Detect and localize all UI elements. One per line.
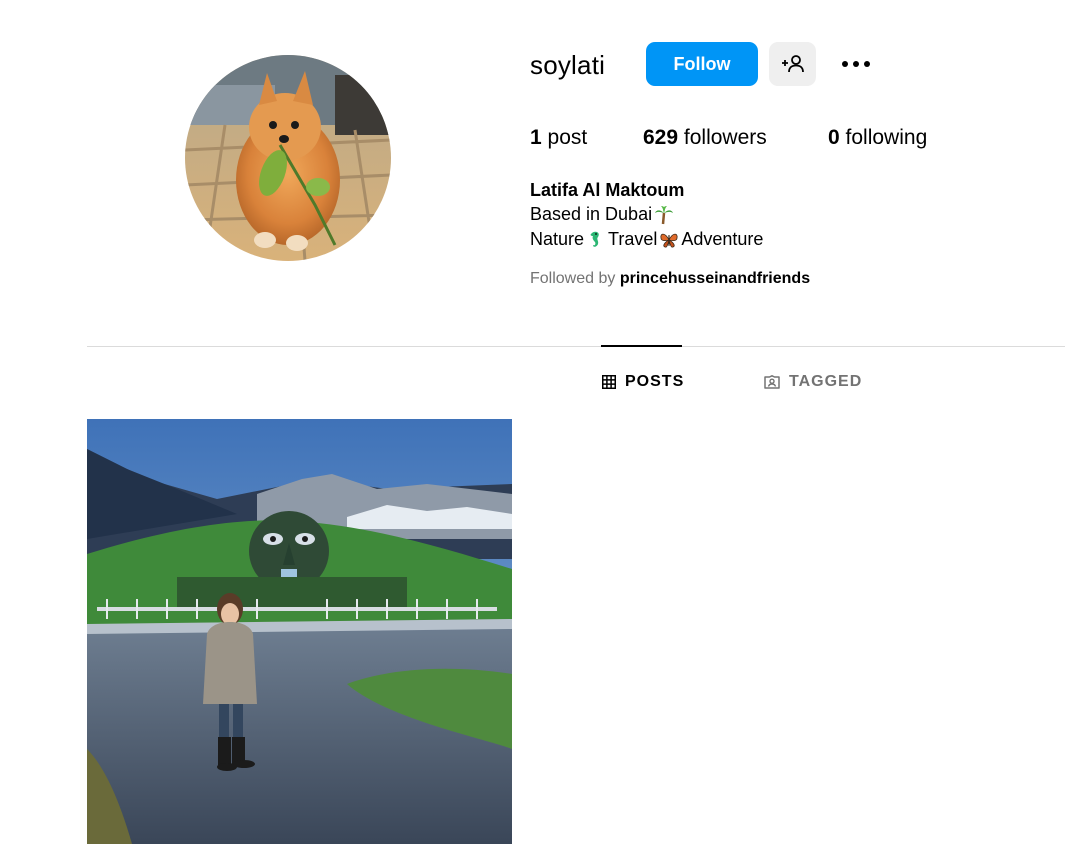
followed-by-username[interactable]: princehusseinandfriends — [620, 270, 810, 287]
seahorse-icon — [590, 231, 599, 247]
bio-interest-nature: Nature — [530, 229, 585, 249]
butterfly-icon — [660, 233, 678, 248]
following-count-link[interactable]: 0 following — [828, 126, 927, 150]
tabs-divider — [87, 346, 1065, 347]
palm-tree-icon — [655, 205, 674, 224]
suggested-users-button[interactable] — [769, 42, 816, 86]
profile-page: soylati Follow 1 post 629 followers 0 fo… — [0, 0, 1065, 851]
followed-by-text[interactable]: Followed by princehusseinandfriends — [530, 270, 810, 288]
post-photo — [87, 419, 512, 844]
active-tab-indicator — [601, 345, 682, 347]
tab-tagged-label: TAGGED — [789, 373, 863, 390]
following-label: following — [845, 126, 928, 149]
bio-location-text: Based in Dubai — [530, 204, 653, 224]
followers-count-link[interactable]: 629 followers — [643, 126, 767, 150]
followers-count: 629 — [643, 126, 679, 149]
profile-avatar[interactable] — [185, 55, 391, 261]
following-count: 0 — [828, 126, 840, 149]
more-options-button[interactable] — [834, 48, 878, 80]
more-dots-icon — [842, 61, 870, 67]
avatar-dog-photo — [185, 55, 391, 261]
bio-line-location: Based in Dubai — [530, 204, 676, 225]
tagged-icon — [764, 375, 780, 389]
posts-count-stat: 1 post — [530, 126, 587, 150]
followers-label: followers — [683, 126, 767, 149]
add-person-icon — [781, 55, 804, 73]
bio-interest-travel: Travel — [608, 229, 658, 249]
tab-tagged[interactable]: TAGGED — [764, 373, 862, 391]
profile-username: soylati — [530, 50, 606, 80]
post-thumbnail[interactable] — [87, 419, 512, 844]
bio-line-interests: Nature Travel Adventure — [530, 229, 763, 250]
grid-icon — [602, 375, 616, 389]
follow-button[interactable]: Follow — [646, 42, 758, 86]
profile-full-name: Latifa Al Maktoum — [530, 180, 685, 200]
tab-posts-label: POSTS — [625, 373, 685, 390]
posts-count: 1 — [530, 126, 542, 149]
posts-label: post — [547, 126, 588, 149]
followed-by-prefix: Followed by — [530, 270, 616, 287]
bio-interest-adventure: Adventure — [681, 229, 764, 249]
tab-posts[interactable]: POSTS — [602, 373, 684, 391]
